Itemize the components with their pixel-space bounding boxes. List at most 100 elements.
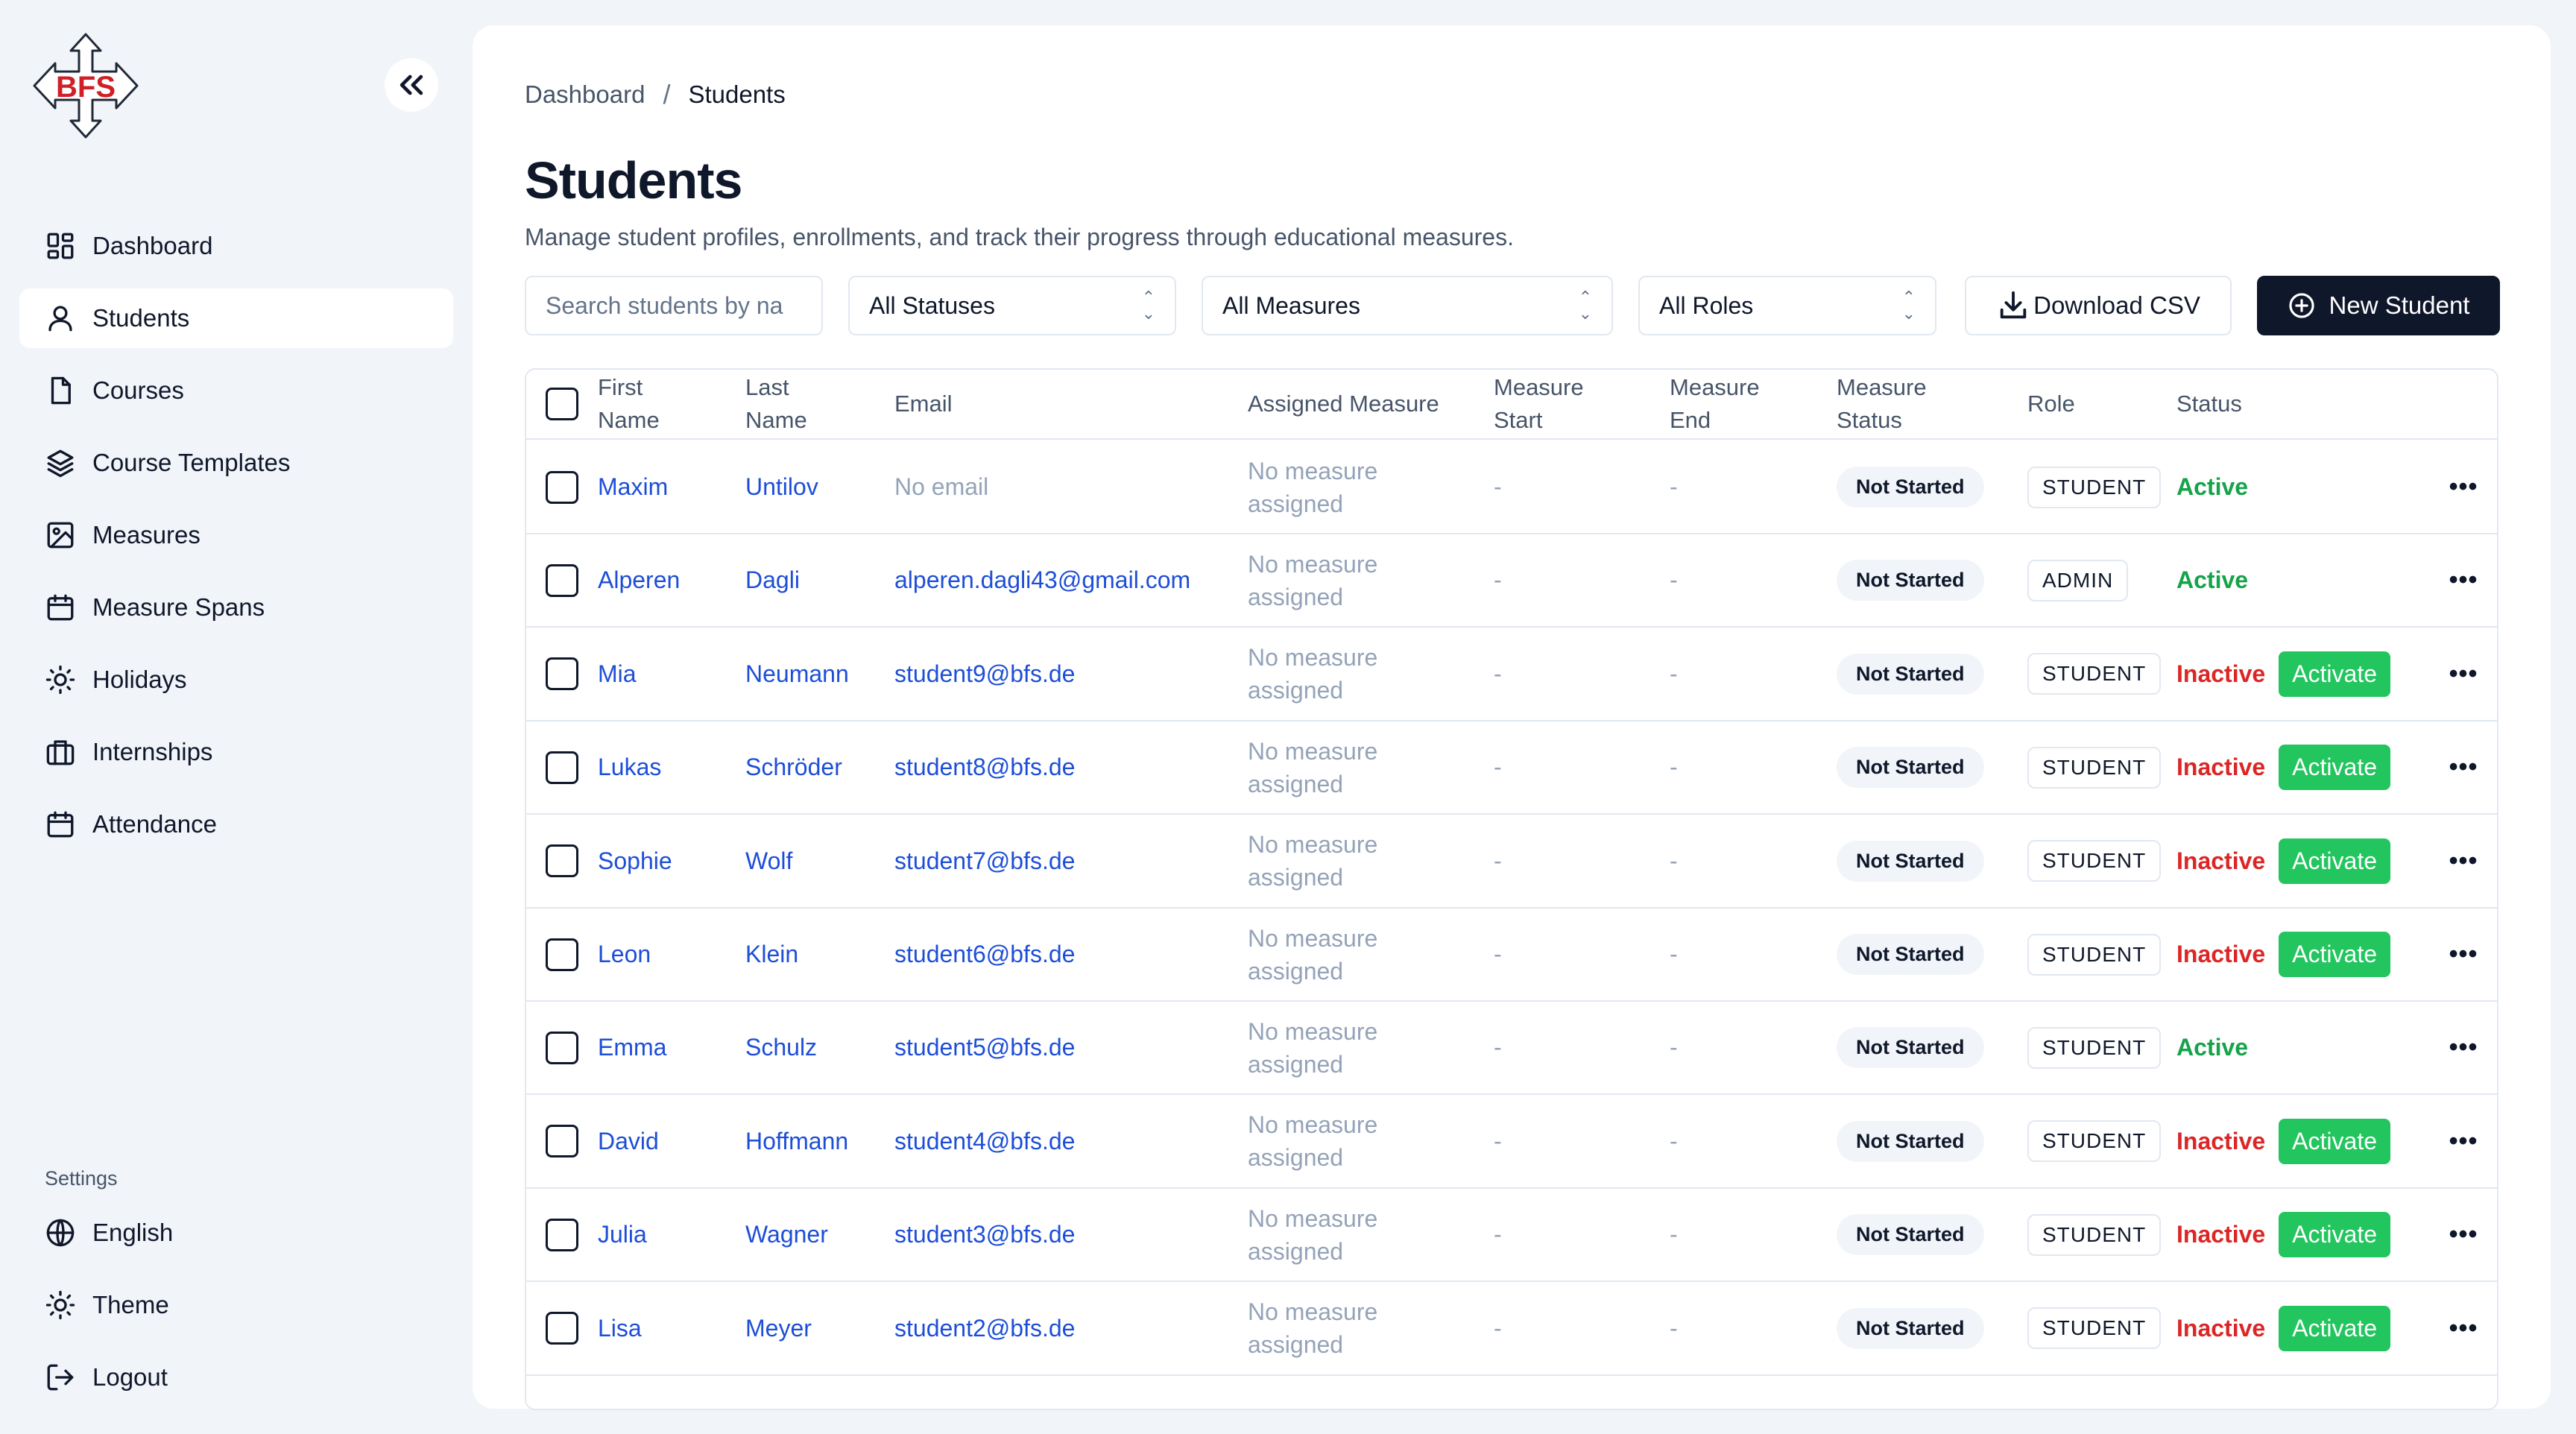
bfs-logo[interactable]: BFS: [30, 30, 142, 142]
email-cell[interactable]: student5@bfs.de: [894, 1002, 1245, 1093]
last-name-link[interactable]: Schröder: [745, 721, 894, 813]
row-checkbox[interactable]: [546, 1031, 578, 1064]
email-cell[interactable]: student6@bfs.de: [894, 909, 1245, 1000]
row-checkbox[interactable]: [546, 470, 578, 504]
select-all-checkbox[interactable]: [546, 388, 578, 420]
sidebar-item-holidays[interactable]: Holidays: [19, 650, 453, 710]
search-field[interactable]: [525, 276, 823, 335]
first-name-link[interactable]: David: [598, 1096, 739, 1187]
first-name-link[interactable]: Mia: [598, 628, 739, 720]
search-input[interactable]: [546, 291, 821, 320]
measure-status-cell: Not Started: [1837, 534, 2027, 626]
row-actions-button[interactable]: •••: [2430, 1189, 2497, 1280]
first-name-link[interactable]: Emma: [598, 1002, 739, 1093]
first-name-link[interactable]: Lisa: [598, 1283, 739, 1374]
activate-button[interactable]: Activate: [2279, 1212, 2390, 1258]
row-checkbox[interactable]: [546, 844, 578, 878]
last-name-link[interactable]: Dagli: [745, 534, 894, 626]
email-cell[interactable]: student8@bfs.de: [894, 721, 1245, 813]
measure-status-cell: Not Started: [1837, 628, 2027, 720]
last-name-link[interactable]: Wolf: [745, 815, 894, 907]
status-text: Inactive: [2176, 1127, 2266, 1155]
collapse-sidebar-button[interactable]: [385, 58, 438, 112]
first-name-link[interactable]: Maxim: [598, 441, 739, 533]
email-cell[interactable]: student7@bfs.de: [894, 815, 1245, 907]
last-name-link[interactable]: Wagner: [745, 1189, 894, 1280]
last-name-link[interactable]: Klein: [745, 909, 894, 1000]
first-name-link[interactable]: Sophie: [598, 815, 739, 907]
header-assigned-measure[interactable]: Assigned Measure: [1248, 370, 1494, 438]
last-name-link[interactable]: Hoffmann: [745, 1096, 894, 1187]
header-role[interactable]: Role: [2027, 370, 2176, 438]
last-name-link[interactable]: Schulz: [745, 1002, 894, 1093]
row-actions-button[interactable]: •••: [2430, 1283, 2497, 1374]
email-cell[interactable]: student3@bfs.de: [894, 1189, 1245, 1280]
header-measure-end[interactable]: Measure End: [1670, 370, 1837, 438]
breadcrumb-dashboard-link[interactable]: Dashboard: [525, 80, 645, 109]
activate-button[interactable]: Activate: [2279, 651, 2390, 697]
row-actions-button[interactable]: •••: [2430, 815, 2497, 907]
first-name-link[interactable]: Julia: [598, 1189, 739, 1280]
row-actions-button[interactable]: •••: [2430, 1002, 2497, 1093]
row-checkbox[interactable]: [546, 751, 578, 784]
settings-item-logout[interactable]: Logout: [19, 1348, 453, 1407]
sidebar-item-dashboard[interactable]: Dashboard: [19, 216, 453, 276]
sidebar-item-measures[interactable]: Measures: [19, 505, 453, 565]
last-name-link[interactable]: Untilov: [745, 441, 894, 533]
download-csv-button[interactable]: Download CSV: [1965, 276, 2232, 335]
sidebar-item-students[interactable]: Students: [19, 288, 453, 348]
email-cell[interactable]: student2@bfs.de: [894, 1283, 1245, 1374]
row-actions-button[interactable]: •••: [2430, 721, 2497, 813]
activate-button[interactable]: Activate: [2279, 932, 2390, 977]
email-cell[interactable]: alperen.dagli43@gmail.com: [894, 534, 1245, 626]
header-email[interactable]: Email: [894, 370, 1245, 438]
sidebar-item-internships[interactable]: Internships: [19, 722, 453, 782]
role-filter-select[interactable]: All Roles ⌃ ⌄: [1638, 276, 1936, 335]
header-measure-start[interactable]: Measure Start: [1494, 370, 1670, 438]
row-checkbox[interactable]: [546, 1312, 578, 1345]
new-student-button[interactable]: New Student: [2257, 276, 2500, 335]
settings-item-theme[interactable]: Theme: [19, 1275, 453, 1335]
row-checkbox[interactable]: [546, 657, 578, 691]
measure-filter-select[interactable]: All Measures ⌃ ⌄: [1202, 276, 1613, 335]
header-measure-status[interactable]: Measure Status: [1837, 370, 2027, 438]
email-cell[interactable]: student9@bfs.de: [894, 628, 1245, 720]
row-checkbox[interactable]: [546, 1218, 578, 1251]
header-first-name[interactable]: First Name: [598, 370, 739, 438]
sidebar-item-measure-spans[interactable]: Measure Spans: [19, 578, 453, 637]
last-name-link[interactable]: Meyer: [745, 1283, 894, 1374]
activate-button[interactable]: Activate: [2279, 1305, 2390, 1351]
header-last-name[interactable]: Last Name: [745, 370, 894, 438]
row-checkbox[interactable]: [546, 563, 578, 597]
row-actions-button[interactable]: •••: [2430, 534, 2497, 626]
activate-button[interactable]: Activate: [2279, 745, 2390, 791]
sidebar-item-courses[interactable]: Courses: [19, 361, 453, 420]
role-badge: STUDENT: [2027, 840, 2162, 882]
sidebar-item-attendance[interactable]: Attendance: [19, 795, 453, 854]
row-actions-button[interactable]: •••: [2430, 909, 2497, 1000]
row-actions-button[interactable]: •••: [2430, 441, 2497, 533]
row-actions-button[interactable]: •••: [2430, 628, 2497, 720]
status-filter-select[interactable]: All Statuses ⌃ ⌄: [848, 276, 1176, 335]
select-chevron-icon: ⌃ ⌄: [1578, 288, 1592, 323]
status-text: Active: [2176, 1034, 2249, 1061]
email-cell[interactable]: student4@bfs.de: [894, 1096, 1245, 1187]
row-actions-button[interactable]: •••: [2430, 1096, 2497, 1187]
activate-button[interactable]: Activate: [2279, 838, 2390, 884]
activate-button[interactable]: Activate: [2279, 1118, 2390, 1164]
measure-status-badge: Not Started: [1837, 934, 1984, 975]
settings-item-english[interactable]: English: [19, 1203, 453, 1263]
last-name-link[interactable]: Neumann: [745, 628, 894, 720]
first-name-link[interactable]: Alperen: [598, 534, 739, 626]
measure-status-badge: Not Started: [1837, 1120, 1984, 1162]
first-name-link[interactable]: Lukas: [598, 721, 739, 813]
image-icon: [47, 522, 74, 549]
measure-end-cell: -: [1670, 473, 1678, 500]
role-cell: STUDENT: [2027, 628, 2176, 720]
settings-item-label: Theme: [92, 1291, 169, 1318]
row-checkbox[interactable]: [546, 1125, 578, 1158]
header-status[interactable]: Status: [2176, 370, 2430, 438]
first-name-link[interactable]: Leon: [598, 909, 739, 1000]
row-checkbox[interactable]: [546, 938, 578, 971]
sidebar-item-course-templates[interactable]: Course Templates: [19, 433, 453, 493]
